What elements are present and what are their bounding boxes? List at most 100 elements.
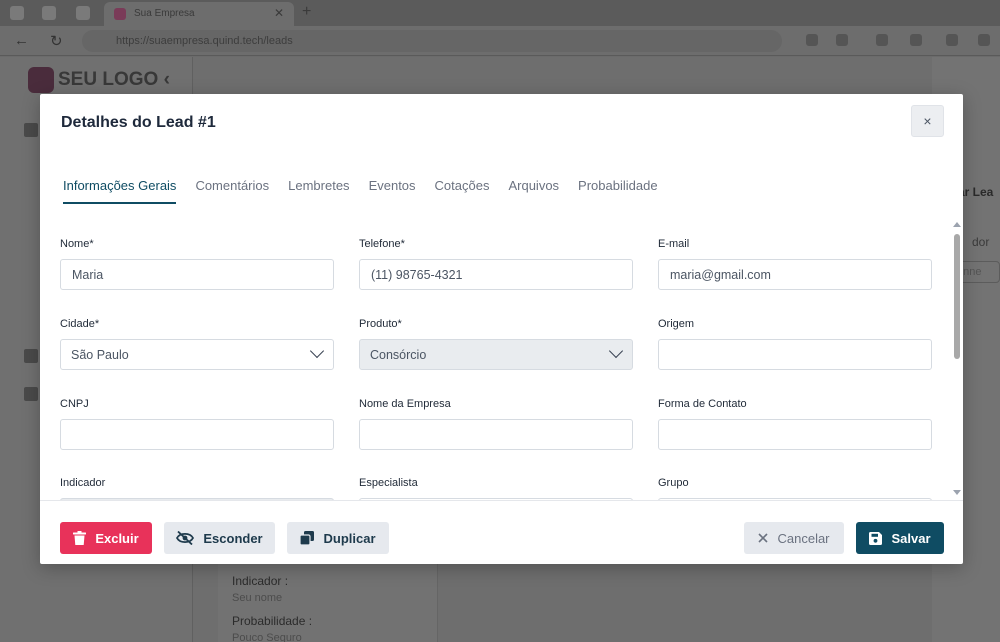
- cidade-value: São Paulo: [71, 348, 129, 362]
- eye-slash-icon: [176, 531, 195, 545]
- extension-icon[interactable]: [876, 34, 888, 46]
- grupo-label: Grupo: [658, 477, 689, 489]
- document-icon[interactable]: [24, 387, 38, 401]
- telefone-field-group: Telefone* (11) 98765-4321: [359, 238, 633, 290]
- origem-label: Origem: [658, 318, 695, 330]
- cnpj-input[interactable]: [60, 419, 334, 450]
- save-icon: [869, 531, 883, 545]
- grupo-field-group: Grupo: [658, 477, 932, 500]
- logo-badge-icon: [28, 67, 54, 93]
- profile-icon[interactable]: [10, 6, 24, 20]
- scroll-up-icon[interactable]: [953, 222, 961, 227]
- salvar-button[interactable]: Salvar: [856, 522, 944, 554]
- lead-details-modal: Detalhes do Lead #1 × Informações Gerais…: [40, 94, 963, 564]
- telefone-label: Telefone*: [359, 238, 405, 250]
- reload-icon[interactable]: ↻: [50, 32, 63, 50]
- extension-icon[interactable]: [946, 34, 958, 46]
- modal-tabs: Informações Gerais Comentários Lembretes…: [63, 178, 677, 204]
- home-icon[interactable]: [24, 123, 38, 137]
- lead-form: Nome* Maria Telefone* (11) 98765-4321 E-…: [40, 222, 963, 500]
- chevron-down-icon: [608, 343, 624, 359]
- close-icon: [758, 533, 769, 543]
- extension-icon[interactable]: [910, 34, 922, 46]
- browser-tab-bar: Sua Empresa ✕ +: [0, 0, 1000, 26]
- read-aloud-icon[interactable]: [806, 34, 818, 46]
- nome-field-group: Nome* Maria: [60, 238, 334, 290]
- nome-label: Nome*: [60, 238, 94, 250]
- origem-field-group: Origem: [658, 318, 932, 370]
- duplicar-label: Duplicar: [323, 530, 376, 546]
- cnpj-field-group: CNPJ: [60, 398, 334, 450]
- cancelar-label: Cancelar: [777, 530, 830, 546]
- close-button[interactable]: ×: [911, 105, 944, 137]
- indicador-field-group: Indicador: [60, 477, 334, 500]
- tab-actions-icon[interactable]: [76, 6, 90, 20]
- browser-address-bar: ← ↻ https://suaempresa.quind.tech/leads: [0, 26, 1000, 56]
- esconder-button[interactable]: Esconder: [164, 522, 275, 554]
- produto-select[interactable]: Consórcio: [359, 339, 633, 370]
- workspaces-icon[interactable]: [42, 6, 56, 20]
- email-label: E-mail: [658, 238, 690, 250]
- edit-icon[interactable]: [24, 349, 38, 363]
- produto-label: Produto*: [359, 318, 402, 330]
- browser-tab-title: Sua Empresa: [134, 8, 195, 19]
- tab-arquivos[interactable]: Arquivos: [508, 178, 559, 204]
- nome-input[interactable]: Maria: [60, 259, 334, 290]
- email-input[interactable]: maria@gmail.com: [658, 259, 932, 290]
- cidade-field-group: Cidade* São Paulo: [60, 318, 334, 370]
- tab-comentarios[interactable]: Comentários: [195, 178, 269, 204]
- especialista-label: Especialista: [359, 477, 418, 489]
- favorite-icon[interactable]: [836, 34, 848, 46]
- telefone-input[interactable]: (11) 98765-4321: [359, 259, 633, 290]
- trash-icon: [73, 531, 87, 545]
- extensions-menu-icon[interactable]: [978, 34, 990, 46]
- esconder-label: Esconder: [203, 530, 263, 546]
- url-field[interactable]: https://suaempresa.quind.tech/leads: [82, 30, 782, 52]
- modal-title: Detalhes do Lead #1: [61, 114, 216, 131]
- cnpj-label: CNPJ: [60, 398, 89, 410]
- bg-indicador-value: Seu nome: [232, 592, 283, 604]
- favicon-icon: [114, 8, 126, 20]
- browser-tab[interactable]: Sua Empresa ✕: [104, 2, 294, 26]
- bg-probabilidade-label: Probabilidade :: [232, 614, 313, 628]
- forma-contato-field-group: Forma de Contato: [658, 398, 932, 450]
- cidade-label: Cidade*: [60, 318, 100, 330]
- modal-footer: Excluir Esconder Duplicar Cancelar Salva…: [40, 500, 963, 564]
- nome-empresa-label: Nome da Empresa: [359, 398, 451, 410]
- url-text: https://suaempresa.quind.tech/leads: [116, 35, 293, 47]
- tab-cotacoes[interactable]: Cotações: [435, 178, 490, 204]
- chevron-down-icon: [309, 343, 325, 359]
- bg-indicador-label: Indicador :: [232, 574, 289, 588]
- nome-empresa-field-group: Nome da Empresa: [359, 398, 633, 450]
- duplicar-button[interactable]: Duplicar: [287, 522, 389, 554]
- close-icon: ×: [923, 113, 932, 129]
- origem-input[interactable]: [658, 339, 932, 370]
- close-tab-icon[interactable]: ✕: [274, 6, 284, 20]
- cidade-select[interactable]: São Paulo: [60, 339, 334, 370]
- forma-contato-label: Forma de Contato: [658, 398, 747, 410]
- tab-eventos[interactable]: Eventos: [369, 178, 416, 204]
- app-logo: SEU LOGO ‹: [28, 67, 170, 93]
- scroll-thumb[interactable]: [954, 234, 960, 359]
- especialista-field-group: Especialista: [359, 477, 633, 500]
- email-field-group: E-mail maria@gmail.com: [658, 238, 932, 290]
- produto-field-group: Produto* Consórcio: [359, 318, 633, 370]
- background-lead-card: Indicador : Seu nome Probabilidade : Pou…: [218, 562, 438, 642]
- excluir-button[interactable]: Excluir: [60, 522, 152, 554]
- bg-probabilidade-value: Pouco Seguro: [232, 632, 302, 642]
- indicador-label: Indicador: [60, 477, 106, 489]
- tab-informacoes-gerais[interactable]: Informações Gerais: [63, 178, 177, 204]
- right-panel-label: dor: [972, 235, 990, 249]
- form-scrollbar[interactable]: [953, 222, 961, 500]
- cancelar-button[interactable]: Cancelar: [744, 522, 844, 554]
- new-tab-icon[interactable]: +: [302, 3, 311, 21]
- copy-icon: [300, 531, 315, 545]
- scroll-down-icon[interactable]: [953, 490, 961, 495]
- tab-probabilidade[interactable]: Probabilidade: [578, 178, 658, 204]
- salvar-label: Salvar: [891, 530, 931, 546]
- tab-lembretes[interactable]: Lembretes: [288, 178, 349, 204]
- produto-value: Consórcio: [370, 348, 427, 362]
- forma-contato-input[interactable]: [658, 419, 932, 450]
- back-icon[interactable]: ←: [14, 32, 29, 49]
- nome-empresa-input[interactable]: [359, 419, 633, 450]
